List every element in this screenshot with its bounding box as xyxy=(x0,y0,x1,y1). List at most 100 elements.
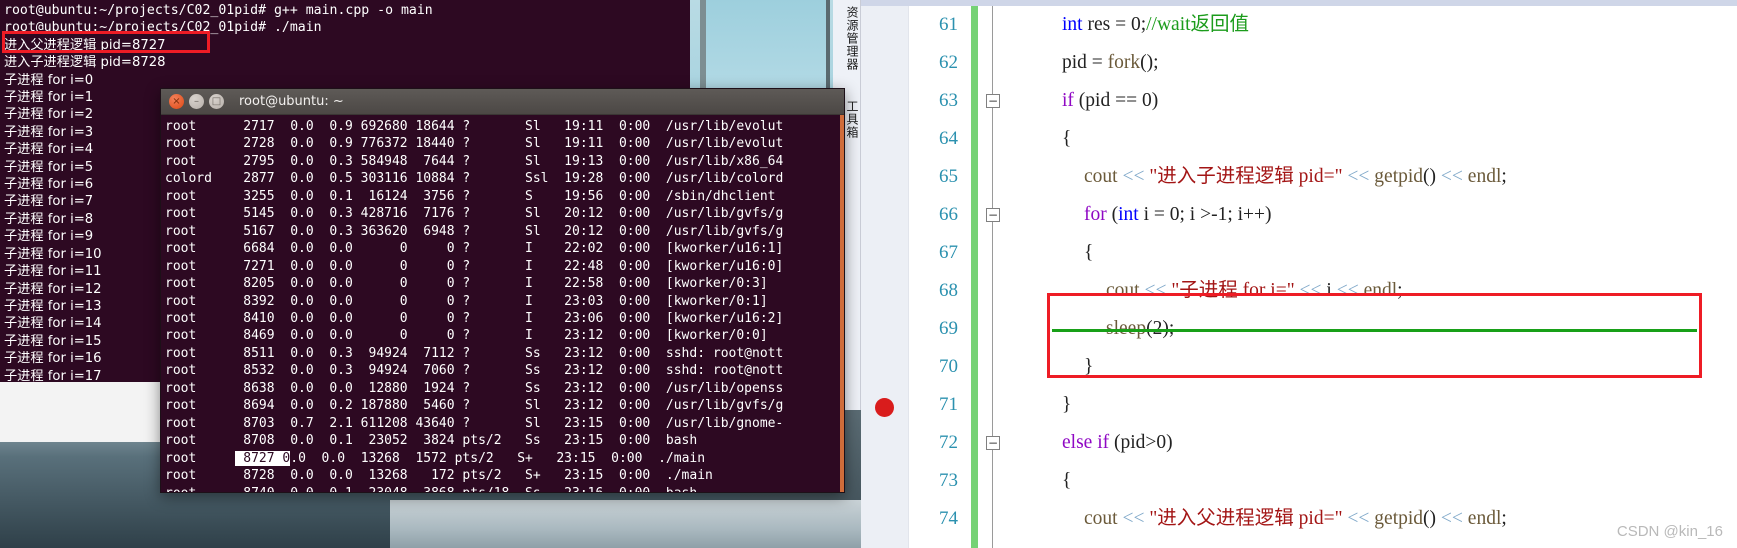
code-text: } xyxy=(1084,356,1094,378)
terminal-back-line: 进入父进程逻辑 pid=8727 xyxy=(4,37,166,53)
fold-guide xyxy=(992,538,993,548)
change-indicator xyxy=(971,196,978,234)
fold-column[interactable]: − xyxy=(978,196,1018,234)
code-editor-pane[interactable]: 61 int res = 0;//wait返回值 62 pid = fork(); 63… xyxy=(861,0,1737,548)
code-text: { xyxy=(1062,470,1072,492)
table-row: root 8728 0.0 0.0 13268 172 pts/2 S+ 23:… xyxy=(165,468,713,484)
fold-guide xyxy=(992,348,993,386)
fold-guide xyxy=(992,386,993,424)
fold-guide xyxy=(992,234,993,272)
fold-column[interactable] xyxy=(978,272,1018,310)
code-line[interactable]: 66 − for (int i = 0; i >-1; i++) xyxy=(909,196,1737,234)
code-lines: 61 int res = 0;//wait返回值 62 pid = fork(); 63… xyxy=(909,6,1737,548)
code-line[interactable]: 64 { xyxy=(909,120,1737,158)
ps-output-list: root 2717 0.0 0.9 692680 18644 ? Sl 19:1… xyxy=(161,115,844,492)
code-line[interactable]: 70} xyxy=(909,348,1737,386)
fold-column[interactable] xyxy=(978,120,1018,158)
wallpaper-white-strip xyxy=(0,380,160,442)
screenshot-root: 资源管理器 工具箱 root@ubuntu:~/projects/C02_01p… xyxy=(0,0,1737,548)
line-number: 71 xyxy=(939,394,958,415)
code-text: { xyxy=(1062,128,1072,150)
fold-column[interactable] xyxy=(978,386,1018,424)
change-indicator xyxy=(971,120,978,158)
fold-column[interactable] xyxy=(978,234,1018,272)
fold-guide xyxy=(992,158,993,196)
code-line[interactable]: 62 pid = fork(); xyxy=(909,44,1737,82)
table-row: root 8727 0.0 0.0 13268 1572 pts/2 S+ 23… xyxy=(165,450,706,466)
line-number: 67 xyxy=(939,242,958,263)
table-row: root 8511 0.0 0.3 94924 7112 ? Ss 23:12 … xyxy=(165,345,784,361)
editor-breakpoint-gutter[interactable] xyxy=(861,6,909,548)
change-indicator xyxy=(971,82,978,120)
table-row: root 8638 0.0 0.0 12880 1924 ? Ss 23:12 … xyxy=(165,380,784,396)
fold-column[interactable] xyxy=(978,6,1018,44)
code-text: if (pid == 0) xyxy=(1062,90,1159,112)
sidebar-item-solution-explorer[interactable]: 资源管理器 xyxy=(833,2,861,75)
terminal-back-line: 进入子进程逻辑 pid=8728 xyxy=(4,55,166,71)
code-line[interactable]: 74 cout << "进入父进程逻辑 pid=" << getpid() << … xyxy=(909,500,1737,538)
code-text: } xyxy=(1062,394,1072,416)
change-indicator xyxy=(971,6,978,44)
table-row: root 2728 0.0 0.9 776372 18440 ? Sl 19:1… xyxy=(165,136,784,152)
fold-guide xyxy=(992,6,993,44)
fold-column[interactable] xyxy=(978,158,1018,196)
code-text: { xyxy=(1084,242,1094,264)
change-indicator xyxy=(971,386,978,424)
line-number: 66 xyxy=(939,204,958,225)
change-indicator xyxy=(971,44,978,82)
line-number: 65 xyxy=(939,166,958,187)
fold-guide xyxy=(992,310,993,348)
minimize-icon[interactable]: – xyxy=(189,94,204,109)
table-row: root 8410 0.0 0.0 0 0 ? I 23:06 0:00 [kw… xyxy=(165,310,784,326)
maximize-icon[interactable]: □ xyxy=(209,94,224,109)
fold-column[interactable] xyxy=(978,348,1018,386)
terminal-back-line: root@ubuntu:~/projects/C02_01pid# g++ ma… xyxy=(4,3,433,18)
code-line[interactable]: 75res = wait(&status); xyxy=(909,538,1737,548)
line-number: 70 xyxy=(939,356,958,377)
collapse-icon[interactable]: − xyxy=(986,94,1000,108)
fold-column[interactable] xyxy=(978,500,1018,538)
code-text: for (int i = 0; i >-1; i++) xyxy=(1084,204,1272,226)
fold-guide xyxy=(992,462,993,500)
terminal-back-line: root@ubuntu:~/projects/C02_01pid# ./main xyxy=(4,20,322,36)
line-number: 72 xyxy=(939,432,958,453)
code-text: cout << "进入子进程逻辑 pid=" << getpid() << en… xyxy=(1084,166,1507,188)
fold-column[interactable] xyxy=(978,462,1018,500)
change-indicator xyxy=(971,348,978,386)
annotation-underline-line74 xyxy=(1052,329,1697,332)
change-indicator xyxy=(971,272,978,310)
close-icon[interactable]: × xyxy=(169,94,184,109)
fold-column[interactable]: − xyxy=(978,82,1018,120)
table-row: root 2717 0.0 0.9 692680 18644 ? Sl 19:1… xyxy=(165,119,784,134)
code-line[interactable]: 73 { xyxy=(909,462,1737,500)
code-line[interactable]: 67 { xyxy=(909,234,1737,272)
terminal-window-front[interactable]: × – □ root@ubuntu: ~ root 2717 0.0 0.9 6… xyxy=(160,88,845,493)
change-indicator xyxy=(971,538,978,548)
line-number: 62 xyxy=(939,52,958,73)
collapse-icon[interactable]: − xyxy=(986,208,1000,222)
table-row: root 3255 0.0 0.1 16124 3756 ? S 19:56 0… xyxy=(165,188,776,204)
fold-column[interactable] xyxy=(978,310,1018,348)
fold-guide xyxy=(992,272,993,310)
terminal-title: root@ubuntu: ~ xyxy=(239,94,344,109)
table-row: root 8532 0.0 0.3 94924 7060 ? Ss 23:12 … xyxy=(165,363,784,379)
code-line[interactable]: 68 cout << "子进程 for i=" << i << endl; xyxy=(909,272,1737,310)
terminal-titlebar[interactable]: × – □ root@ubuntu: ~ xyxy=(161,89,844,115)
change-indicator xyxy=(971,424,978,462)
code-line[interactable]: 65 cout << "进入子进程逻辑 pid=" << getpid() << … xyxy=(909,158,1737,196)
table-row: root 8708 0.0 0.1 23052 3824 pts/2 Ss 23… xyxy=(165,433,698,449)
table-row: root 8694 0.0 0.2 187880 5460 ? Sl 23:12… xyxy=(165,398,784,414)
fold-column[interactable]: − xyxy=(978,424,1018,462)
code-line[interactable]: 71} xyxy=(909,386,1737,424)
fold-column[interactable] xyxy=(978,538,1018,548)
table-row: root 8740 0.0 0.1 23048 3868 pts/18 Ss 2… xyxy=(165,485,844,492)
collapse-icon[interactable]: − xyxy=(986,436,1000,450)
code-line[interactable]: 61 int res = 0;//wait返回值 xyxy=(909,6,1737,44)
code-line[interactable]: 63 − if (pid == 0) xyxy=(909,82,1737,120)
line-number: 61 xyxy=(939,14,958,35)
table-row: root 8205 0.0 0.0 0 0 ? I 22:58 0:00 [kw… xyxy=(165,276,768,292)
fold-column[interactable] xyxy=(978,44,1018,82)
line-number: 74 xyxy=(939,508,958,529)
breakpoint-icon[interactable] xyxy=(875,398,894,417)
code-line[interactable]: 72 − else if (pid>0) xyxy=(909,424,1737,462)
